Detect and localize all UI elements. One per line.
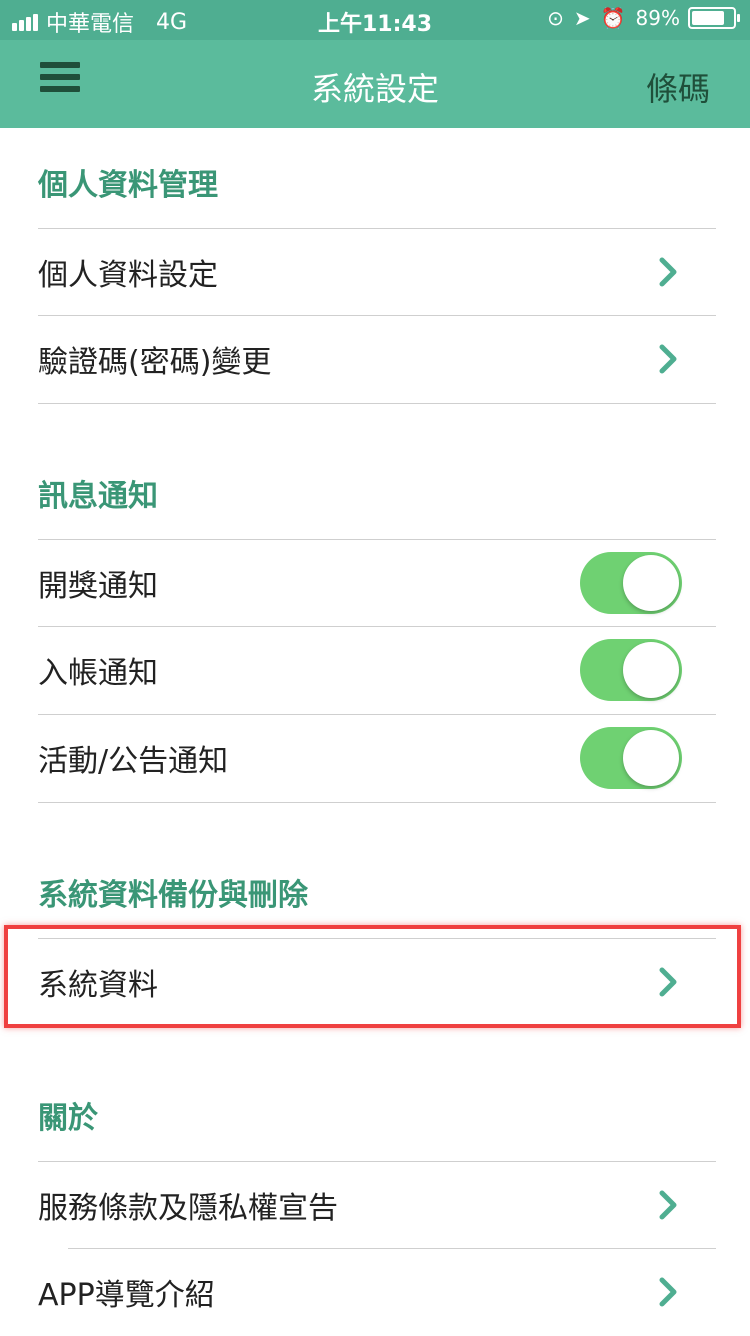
page-title: 系統設定 [310, 70, 439, 108]
deposit-notify-toggle[interactable] [580, 639, 682, 701]
event-notify-toggle[interactable] [580, 727, 682, 789]
row-label: 開獎通知 [38, 569, 158, 604]
chevron-right-icon [659, 1277, 677, 1307]
toggle-knob [623, 555, 679, 611]
battery-fill [692, 11, 725, 25]
row-app-guide[interactable]: APP導覽介紹 [38, 1248, 716, 1336]
status-right: ⊙ ➤ ⏰ 89% [537, 6, 740, 30]
chevron-right-icon [659, 344, 677, 374]
row-password-change[interactable]: 驗證碼(密碼)變更 [38, 315, 716, 403]
highlight-box [4, 925, 741, 1028]
barcode-button[interactable]: 條碼 [646, 64, 710, 110]
nav-bar: 系統設定 條碼 [0, 40, 750, 128]
row-label: 驗證碼(密碼)變更 [38, 345, 272, 380]
row-label: 活動/公告通知 [38, 744, 229, 779]
section-header-about: 關於 [38, 1101, 98, 1136]
row-personal-settings[interactable]: 個人資料設定 [38, 228, 716, 316]
chevron-right-icon [659, 257, 677, 287]
row-deposit-notify: 入帳通知 [38, 626, 716, 714]
row-label: APP導覽介紹 [38, 1278, 215, 1313]
rotation-lock-icon: ⊙ [547, 6, 564, 30]
toggle-knob [623, 642, 679, 698]
divider [38, 403, 716, 404]
row-label: 入帳通知 [38, 656, 158, 691]
section-header-backup: 系統資料備份與刪除 [38, 878, 308, 913]
status-bar: 中華電信 4G 上午11:43 ⊙ ➤ ⏰ 89% [0, 0, 750, 40]
location-icon: ➤ [573, 6, 591, 30]
row-terms-privacy[interactable]: 服務條款及隱私權宣告 [38, 1161, 716, 1249]
battery-icon [688, 7, 740, 29]
chevron-right-icon [659, 1190, 677, 1220]
row-event-notify: 活動/公告通知 [38, 714, 716, 802]
section-header-personal: 個人資料管理 [38, 168, 218, 203]
alarm-icon: ⏰ [600, 6, 626, 30]
row-lottery-notify: 開獎通知 [38, 539, 716, 627]
toggle-knob [623, 730, 679, 786]
lottery-notify-toggle[interactable] [580, 552, 682, 614]
battery-percent: 89% [635, 6, 680, 30]
divider [38, 802, 716, 803]
row-label: 個人資料設定 [38, 258, 218, 293]
section-header-notify: 訊息通知 [38, 479, 158, 514]
row-label: 服務條款及隱私權宣告 [38, 1191, 338, 1226]
